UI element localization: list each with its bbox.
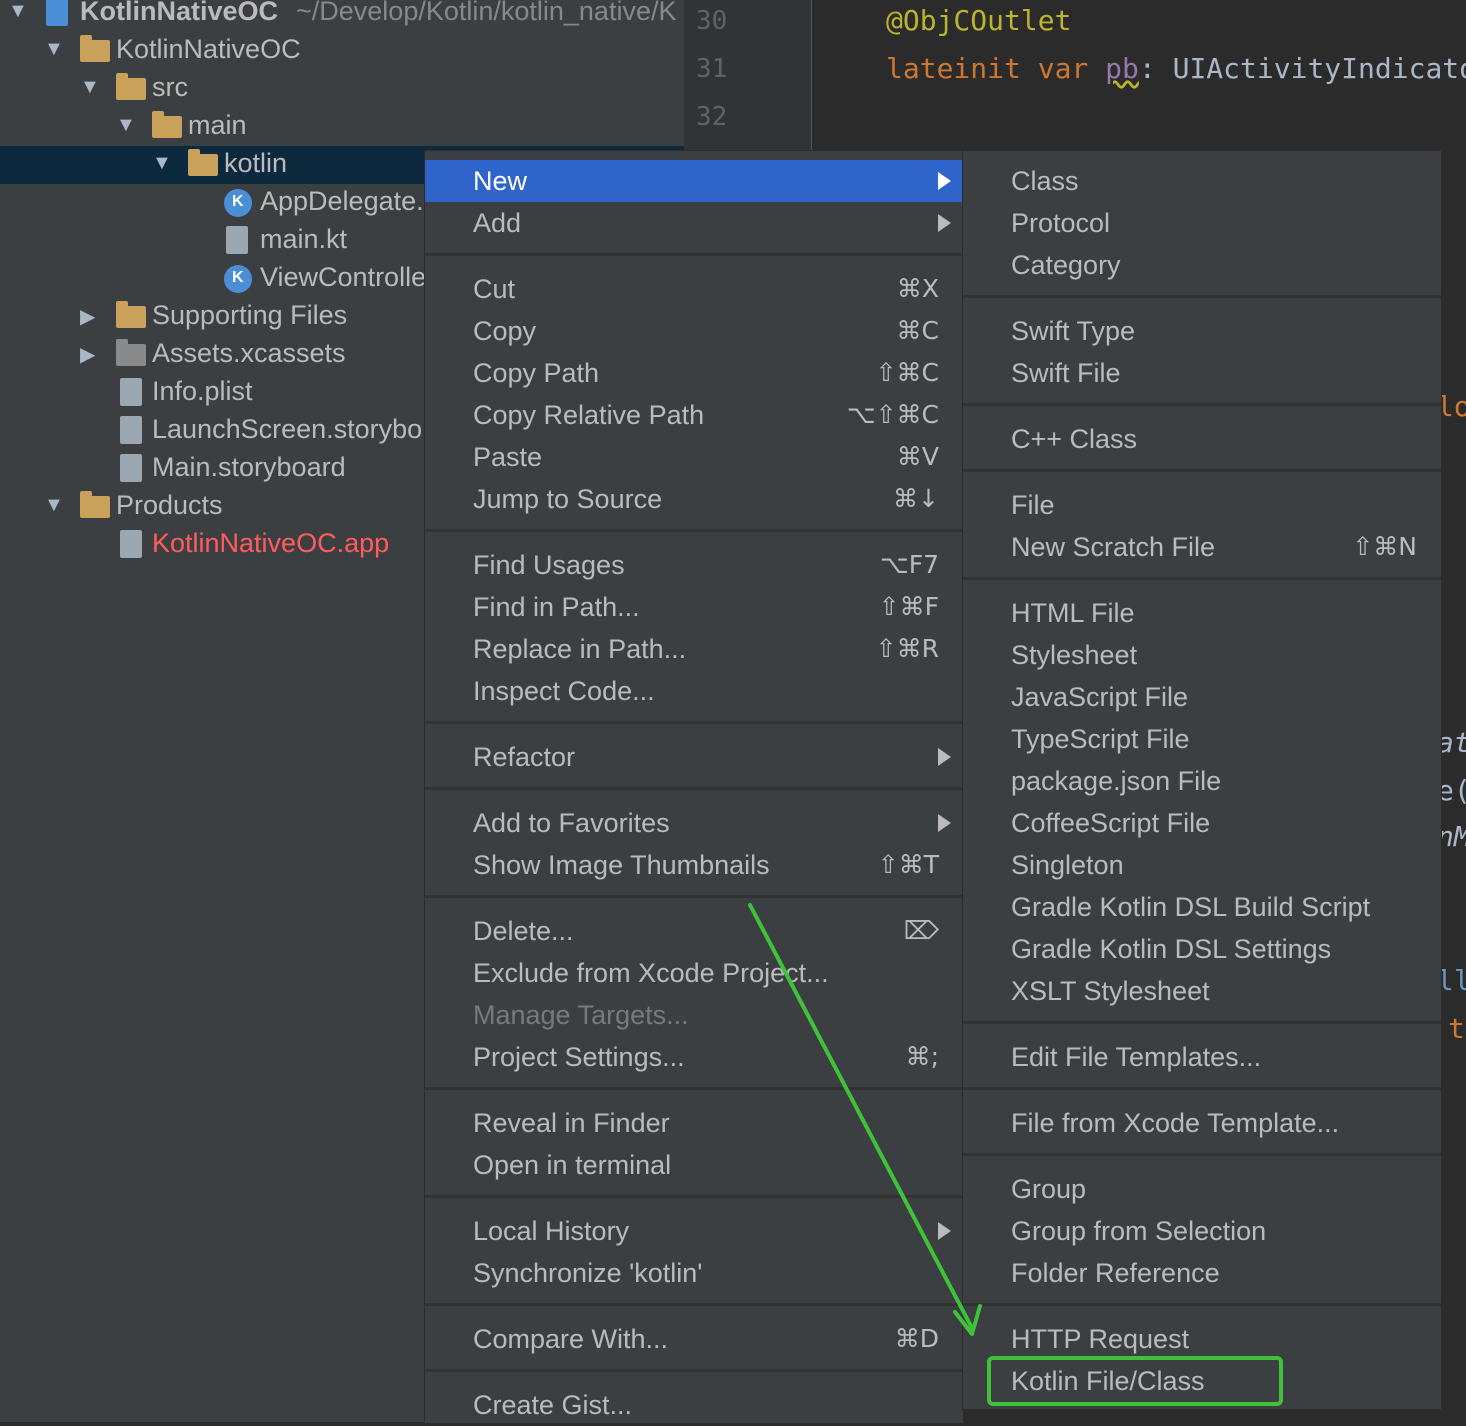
annotation-arrow-icon xyxy=(748,903,982,1336)
